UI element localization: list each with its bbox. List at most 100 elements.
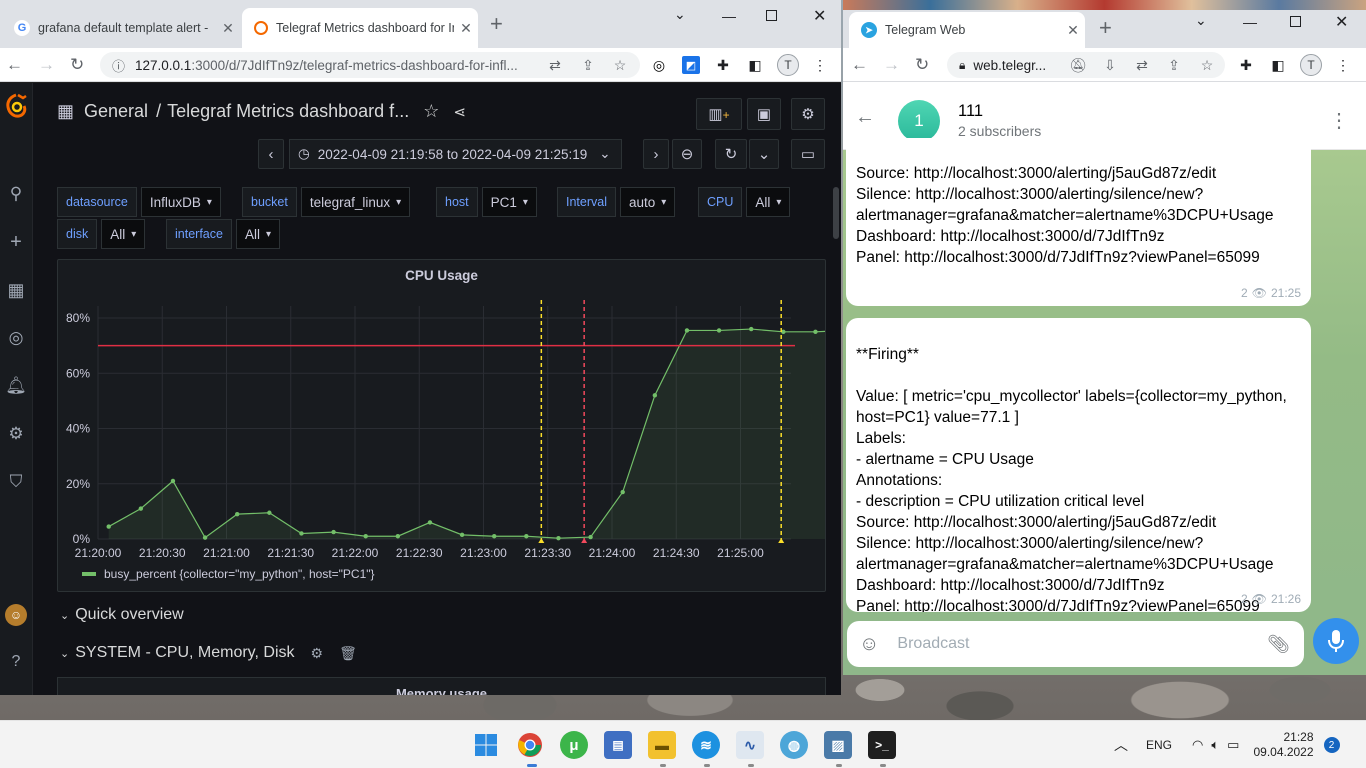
add-panel-button[interactable]: ▥+ <box>696 98 742 130</box>
resource-monitor-icon[interactable]: ∿ <box>736 731 764 759</box>
utorrent-icon[interactable]: μ <box>560 731 588 759</box>
puzzle-extensions-icon[interactable]: ✚ <box>714 56 732 74</box>
save-dashboard-button[interactable]: ▣ <box>747 98 781 130</box>
alerting-bell-icon[interactable]: 🔔︎ <box>5 376 27 396</box>
star-favorite-icon[interactable]: ☆ <box>423 101 439 122</box>
tab-search-chevron-icon[interactable]: ⌄ <box>674 6 686 23</box>
translate-icon[interactable]: ⇄ <box>546 56 564 74</box>
channel-name[interactable]: 111 <box>958 102 983 121</box>
close-window-icon[interactable]: ✕ <box>1335 12 1348 32</box>
new-tab-icon[interactable]: + <box>490 13 503 35</box>
bookmark-star-icon[interactable]: ☆ <box>1198 56 1216 74</box>
more-menu-icon[interactable]: ⋮ <box>1329 108 1349 133</box>
close-tab-icon[interactable]: ✕ <box>216 20 240 37</box>
kebab-menu-icon[interactable]: ⋮ <box>811 56 829 74</box>
message-bubble[interactable]: **Firing** Value: [ metric='cpu_mycollec… <box>846 318 1311 612</box>
side-panel-icon[interactable]: ◧ <box>1269 56 1287 74</box>
side-panel-icon[interactable]: ◧ <box>746 56 764 74</box>
bookmark-star-icon[interactable]: ☆ <box>611 56 629 74</box>
close-window-icon[interactable]: ✕ <box>813 6 826 26</box>
profile-avatar[interactable]: T <box>1300 54 1322 76</box>
battery-icon[interactable]: ▭ <box>1227 737 1239 753</box>
time-shift-forward-button[interactable]: › <box>643 139 669 169</box>
variable-select[interactable]: PC1 ▾ <box>481 187 537 217</box>
variable-select[interactable]: All ▾ <box>746 187 791 217</box>
tv-mode-button[interactable]: ▭ <box>791 139 825 169</box>
image-viewer-icon[interactable]: ▨ <box>824 731 852 759</box>
extension-icon[interactable]: ◎ <box>650 56 668 74</box>
clock[interactable]: 21:28 09.04.2022 <box>1253 730 1313 760</box>
close-tab-icon[interactable]: ✕ <box>1061 22 1085 39</box>
message-input[interactable]: Broadcast <box>897 635 1267 653</box>
tab-grafana-alert[interactable]: G grafana default template alert - ✕ <box>2 8 240 48</box>
variable-select[interactable]: All ▾ <box>101 219 146 249</box>
install-app-icon[interactable]: ⇩ <box>1101 56 1119 74</box>
chevron-up-icon[interactable]: ︿ <box>1114 735 1128 755</box>
reload-icon[interactable]: ↻ <box>70 54 84 76</box>
row-settings-gear-icon[interactable]: ⚙ <box>311 645 324 662</box>
windows-start-icon[interactable] <box>472 731 500 759</box>
notifications-blocked-icon[interactable]: 🔕︎ <box>1069 56 1087 74</box>
voice-record-button[interactable] <box>1313 618 1359 664</box>
chrome-taskbar-icon[interactable] <box>516 731 544 759</box>
dashboard-settings-button[interactable]: ⚙ <box>791 98 825 130</box>
server-admin-shield-icon[interactable]: ⛉ <box>6 472 26 492</box>
puzzle-extensions-icon[interactable]: ✚ <box>1237 56 1255 74</box>
back-arrow-icon[interactable]: ← <box>855 106 875 129</box>
row-system[interactable]: ⌄ SYSTEM - CPU, Memory, Disk ⚙ 🗑︎ <box>60 644 357 662</box>
grafana-logo-icon[interactable] <box>3 93 29 119</box>
memory-usage-panel[interactable]: Memory usage <box>57 677 826 695</box>
back-arrow-icon[interactable]: ← <box>6 54 23 76</box>
attach-paperclip-icon[interactable]: 📎︎ <box>1267 634 1290 655</box>
user-avatar[interactable]: ☺ <box>5 604 27 626</box>
close-tab-icon[interactable]: ✕ <box>454 20 478 37</box>
share-dashboard-icon[interactable]: ⋖ <box>453 103 466 121</box>
legend-label[interactable]: busy_percent {collector="my_python", hos… <box>104 567 375 581</box>
forward-arrow-icon[interactable]: → <box>883 54 900 76</box>
extension-app-icon[interactable]: ◩ <box>682 56 700 74</box>
cpu-usage-panel[interactable]: CPU Usage 0% 20% 40% 60% 80% 21:20:00 21:20:30… <box>57 259 826 592</box>
variable-select[interactable]: InfluxDB ▾ <box>140 187 221 217</box>
terminal-icon[interactable]: >_ <box>868 731 896 759</box>
time-shift-back-button[interactable]: ‹ <box>258 139 284 169</box>
delete-trash-icon[interactable]: 🗑︎ <box>339 645 357 662</box>
profile-avatar[interactable]: T <box>777 54 799 76</box>
share-icon[interactable]: ⇪ <box>579 56 597 74</box>
dashboard-title[interactable]: Telegraf Metrics dashboard f... <box>167 101 409 122</box>
variable-select[interactable]: telegraf_linux ▾ <box>300 187 411 217</box>
channel-avatar[interactable]: 1 <box>898 100 940 142</box>
share-icon[interactable]: ⇪ <box>1165 56 1183 74</box>
time-picker-button[interactable]: ◷ 2022-04-09 21:19:58 to 2022-04-09 21:2… <box>289 139 622 169</box>
help-icon[interactable]: ? <box>6 652 26 672</box>
scrollbar-thumb[interactable] <box>833 187 839 239</box>
volume-icon[interactable]: 🔈︎ <box>1211 737 1219 753</box>
docker-icon[interactable]: ≋ <box>692 731 720 759</box>
explore-compass-icon[interactable]: ◎ <box>6 328 26 348</box>
panel-title[interactable]: CPU Usage <box>58 268 825 283</box>
search-icon[interactable]: ⚲ <box>6 184 26 204</box>
minimize-icon[interactable]: — <box>1243 14 1257 30</box>
tab-search-chevron-icon[interactable]: ⌄ <box>1195 12 1207 29</box>
zoom-out-button[interactable]: ⊖ <box>672 139 702 169</box>
reload-icon[interactable]: ↻ <box>915 54 929 76</box>
row-quick-overview[interactable]: ⌄ Quick overview <box>60 606 184 624</box>
configuration-gear-icon[interactable]: ⚙ <box>6 424 26 444</box>
language-indicator[interactable]: ENG <box>1146 738 1172 752</box>
create-plus-icon[interactable]: + <box>6 231 26 253</box>
tab-telegram-web[interactable]: ➤ Telegram Web ✕ <box>849 12 1085 48</box>
tab-telegraf-dashboard[interactable]: Telegraf Metrics dashboard for In ✕ <box>242 8 478 48</box>
notification-badge[interactable]: 2 <box>1323 737 1340 753</box>
wifi-icon[interactable]: ◠ <box>1192 737 1203 753</box>
network-app-icon[interactable]: ▤ <box>604 731 632 759</box>
translate-icon[interactable]: ⇄ <box>1133 56 1151 74</box>
new-tab-icon[interactable]: + <box>1099 17 1112 39</box>
globe-app-icon[interactable]: ◍ <box>780 731 808 759</box>
file-explorer-icon[interactable]: ▬ <box>648 731 676 759</box>
dashboards-icon[interactable]: ▦ <box>6 280 26 300</box>
forward-arrow-icon[interactable]: → <box>38 54 55 76</box>
maximize-icon[interactable] <box>766 10 777 21</box>
message-bubble[interactable]: Source: http://localhost:3000/alerting/j… <box>846 138 1311 306</box>
kebab-menu-icon[interactable]: ⋮ <box>1334 56 1352 74</box>
variable-select[interactable]: All ▾ <box>235 219 280 249</box>
maximize-icon[interactable] <box>1290 16 1301 27</box>
